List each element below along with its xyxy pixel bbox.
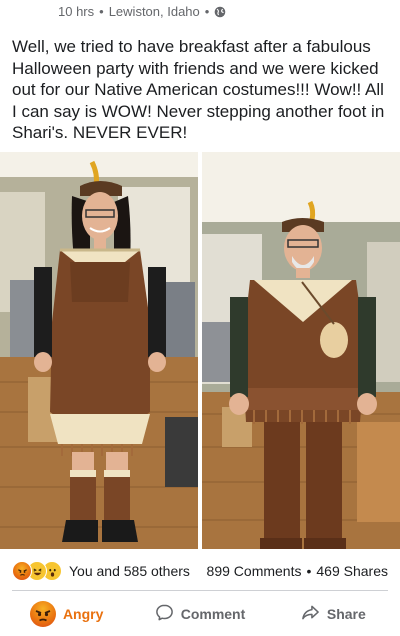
- share-count[interactable]: 469 Shares: [316, 563, 388, 579]
- action-bar: Angry Comment Share: [0, 596, 400, 632]
- post-stats: You and 585 others 899 Comments • 469 Sh…: [0, 557, 400, 587]
- photo-woman-costume[interactable]: [0, 152, 198, 549]
- photo-man-costume[interactable]: [202, 152, 400, 549]
- count-separator: •: [306, 563, 312, 579]
- share-button[interactable]: Share: [267, 596, 400, 632]
- post-meta: 10 hrs • Lewiston, Idaho •: [58, 4, 226, 19]
- comment-label: Comment: [180, 606, 246, 622]
- react-button[interactable]: Angry: [0, 596, 133, 632]
- post-text: Well, we tried to have breakfast after a…: [12, 37, 385, 142]
- comment-button[interactable]: Comment: [133, 596, 266, 632]
- angry-icon: [29, 601, 56, 627]
- meta-separator: •: [99, 4, 104, 19]
- comment-icon: [155, 603, 174, 625]
- react-label: Angry: [62, 606, 104, 622]
- engagement-counts: 899 Comments • 469 Shares: [207, 563, 388, 579]
- reactions-text[interactable]: You and 585 others: [69, 563, 190, 579]
- angry-icon: [12, 561, 32, 581]
- actions-divider: [12, 590, 388, 591]
- post-time[interactable]: 10 hrs: [58, 4, 94, 19]
- comment-count[interactable]: 899 Comments: [207, 563, 302, 579]
- share-icon: [301, 603, 320, 625]
- reaction-summary[interactable]: You and 585 others: [12, 561, 190, 581]
- globe-icon[interactable]: [214, 6, 226, 18]
- meta-separator-2: •: [204, 4, 210, 19]
- share-label: Share: [326, 606, 366, 622]
- post-location[interactable]: Lewiston, Idaho: [109, 4, 200, 19]
